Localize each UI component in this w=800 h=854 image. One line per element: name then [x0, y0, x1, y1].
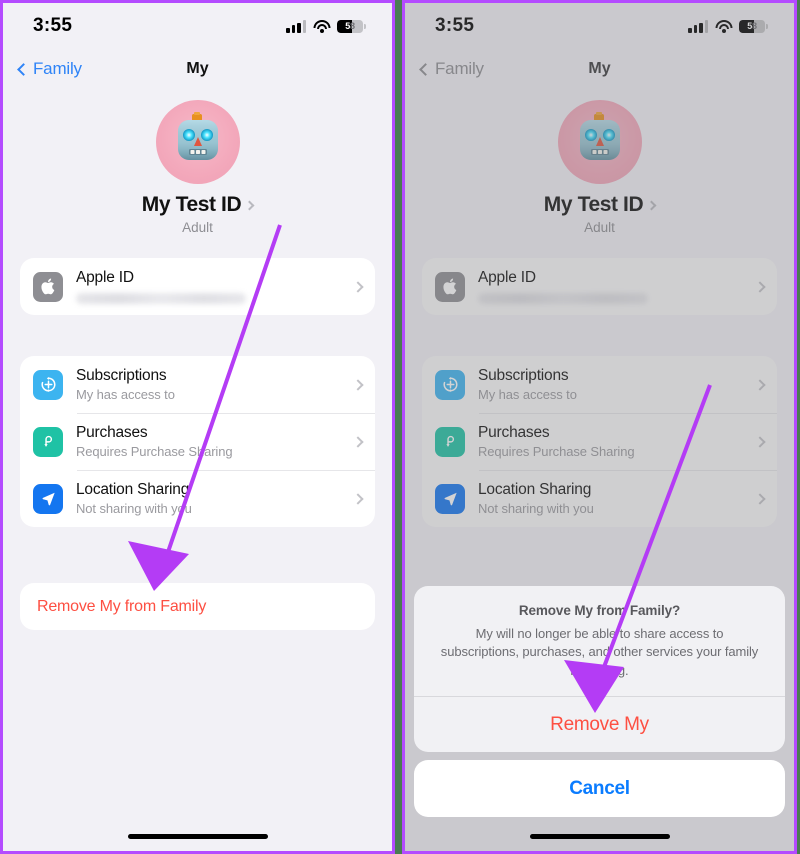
row-subtitle: Not sharing with you	[478, 501, 594, 516]
battery-percent-label: 58	[345, 21, 355, 31]
phone-panel-left: 3:55 58 Family My My Test ID Adult Apple…	[0, 0, 395, 854]
row-title: Purchases	[76, 424, 148, 441]
profile-header: My Test ID Adult	[3, 89, 392, 235]
row-subtitle: Not sharing with you	[76, 501, 192, 516]
status-clock: 3:55	[33, 15, 73, 36]
wifi-icon	[715, 19, 732, 33]
chevron-right-icon	[352, 280, 364, 293]
family-options-card: Subscriptions My has access to Purchases	[20, 356, 375, 527]
purchases-icon	[33, 426, 63, 457]
chevron-right-icon	[754, 280, 766, 293]
apple-id-card: Apple ID	[20, 258, 375, 315]
back-button[interactable]: Family	[419, 59, 484, 79]
action-sheet-message: My will no longer be able to share acces…	[440, 625, 759, 678]
cancel-button-label: Cancel	[569, 777, 630, 799]
apple-id-label: Apple ID	[478, 269, 536, 286]
location-sharing-icon	[435, 483, 465, 514]
back-button[interactable]: Family	[17, 59, 82, 79]
robot-memoji-avatar[interactable]	[557, 100, 642, 184]
back-button-label: Family	[33, 59, 82, 78]
back-button-label: Family	[435, 59, 484, 78]
status-bar: 3:55 58	[3, 3, 392, 49]
phone-screen-left: 3:55 58 Family My My Test ID Adult Apple…	[3, 3, 392, 851]
profile-role: Adult	[584, 220, 615, 235]
row-title: Subscriptions	[76, 367, 167, 384]
robot-memoji-icon	[177, 112, 218, 160]
row-subscriptions[interactable]: Subscriptions My has access to	[422, 356, 777, 413]
chevron-right-icon	[244, 200, 255, 210]
chevron-right-icon	[754, 492, 766, 505]
home-indicator	[127, 834, 268, 839]
chevron-right-icon	[754, 435, 766, 448]
screenshot-board: 3:55 58 Family My My Test ID Adult Apple…	[0, 0, 800, 854]
profile-name: My Test ID	[543, 193, 644, 216]
row-location-sharing[interactable]: Location Sharing Not sharing with you	[422, 470, 777, 527]
status-icons: 58	[688, 19, 768, 33]
remove-from-family-label: Remove My from Family	[37, 597, 207, 615]
status-icons: 58	[286, 19, 366, 33]
row-subscriptions[interactable]: Subscriptions My has access to	[20, 356, 375, 413]
chevron-left-icon	[17, 62, 30, 76]
row-subtitle: My has access to	[76, 387, 175, 402]
chevron-right-icon	[352, 435, 364, 448]
battery-icon: 58	[739, 19, 765, 33]
profile-name: My Test ID	[141, 193, 242, 216]
profile-header: My Test ID Adult	[405, 89, 794, 235]
status-clock: 3:55	[435, 15, 475, 36]
status-bar: 3:55 58	[405, 3, 794, 49]
apple-id-value-redacted	[478, 293, 648, 304]
family-options-card: Subscriptions My has access to Purchases	[422, 356, 777, 527]
action-sheet-title: Remove My from Family?	[518, 602, 681, 618]
row-title: Subscriptions	[478, 367, 569, 384]
subscriptions-icon	[435, 369, 465, 400]
nav-bar: Family My	[3, 49, 392, 89]
purchases-icon	[435, 426, 465, 457]
chevron-right-icon	[352, 492, 364, 505]
profile-name-button[interactable]: My Test ID	[3, 193, 392, 217]
row-location-sharing[interactable]: Location Sharing Not sharing with you	[20, 470, 375, 527]
apple-id-value-redacted	[76, 293, 246, 304]
action-sheet-panel: Remove My from Family? My will no longer…	[414, 585, 785, 752]
robot-memoji-avatar[interactable]	[155, 100, 240, 184]
remove-from-family-button[interactable]: Remove My from Family	[20, 583, 375, 630]
row-title: Location Sharing	[76, 481, 190, 498]
chevron-right-icon	[352, 378, 364, 391]
remove-from-family-card: Remove My from Family	[20, 583, 375, 630]
confirm-remove-label: Remove My	[550, 713, 649, 735]
row-title: Purchases	[478, 424, 550, 441]
row-subtitle: Requires Purchase Sharing	[76, 444, 233, 459]
apple-id-row[interactable]: Apple ID	[20, 258, 375, 315]
row-subtitle: Requires Purchase Sharing	[478, 444, 635, 459]
home-indicator	[529, 834, 670, 839]
confirm-remove-button[interactable]: Remove My	[414, 696, 785, 752]
row-purchases[interactable]: Purchases Requires Purchase Sharing	[20, 413, 375, 470]
signal-bars-icon	[286, 19, 306, 33]
row-subtitle: My has access to	[478, 387, 577, 402]
nav-bar: Family My	[405, 49, 794, 89]
location-sharing-icon	[33, 483, 63, 514]
row-title: Location Sharing	[478, 481, 592, 498]
robot-memoji-icon	[579, 112, 620, 160]
chevron-right-icon	[646, 200, 657, 210]
apple-logo-icon	[33, 271, 63, 302]
action-sheet-header: Remove My from Family? My will no longer…	[414, 586, 785, 696]
profile-role: Adult	[182, 220, 213, 235]
phone-screen-right: 3:55 58 Family My My Test ID Adult Apple…	[405, 3, 794, 851]
profile-name-button[interactable]: My Test ID	[405, 193, 794, 217]
battery-icon: 58	[337, 19, 363, 33]
signal-bars-icon	[688, 19, 708, 33]
cancel-button[interactable]: Cancel	[414, 760, 785, 817]
chevron-left-icon	[419, 62, 432, 76]
subscriptions-icon	[33, 369, 63, 400]
apple-id-label: Apple ID	[76, 269, 134, 286]
chevron-right-icon	[754, 378, 766, 391]
apple-logo-icon	[435, 271, 465, 302]
battery-percent-label: 58	[747, 21, 757, 31]
action-sheet: Remove My from Family? My will no longer…	[405, 585, 794, 817]
apple-id-card: Apple ID	[422, 258, 777, 315]
wifi-icon	[313, 19, 330, 33]
phone-panel-right: 3:55 58 Family My My Test ID Adult Apple…	[402, 0, 797, 854]
row-purchases[interactable]: Purchases Requires Purchase Sharing	[422, 413, 777, 470]
apple-id-row[interactable]: Apple ID	[422, 258, 777, 315]
